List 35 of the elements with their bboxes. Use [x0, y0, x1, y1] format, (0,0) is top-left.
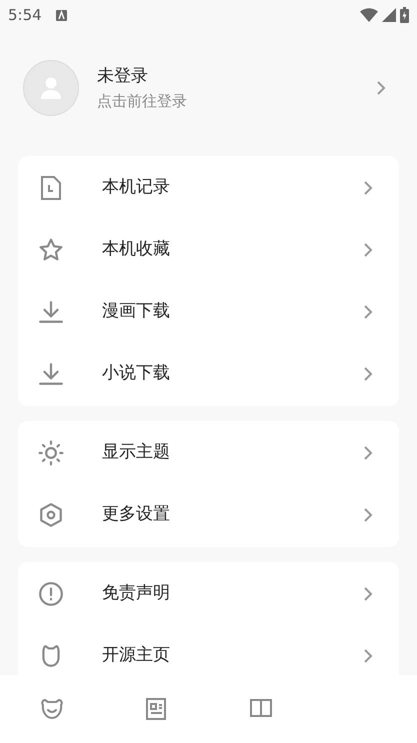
book-icon	[248, 698, 273, 720]
chevron-right-icon	[363, 507, 373, 523]
sun-icon	[38, 439, 64, 467]
file-clock-icon	[39, 175, 63, 201]
profile-row[interactable]: 未登录 点击前往登录	[0, 30, 417, 156]
alert-icon	[38, 581, 64, 607]
document-icon	[145, 697, 168, 721]
login-hint: 点击前往登录	[97, 90, 188, 112]
signal-icon	[382, 8, 396, 22]
menu-item[interactable]: 免责声明	[18, 563, 399, 625]
menu-item[interactable]: 本机收藏	[18, 219, 399, 281]
chevron-right-icon	[363, 304, 373, 320]
star-icon	[38, 237, 64, 263]
chevron-right-icon	[363, 445, 373, 461]
menu-item[interactable]: 更多设置	[18, 484, 399, 546]
menu-item[interactable]: 显示主题	[18, 422, 399, 484]
menu-item[interactable]: 本机记录	[18, 157, 399, 219]
menu-item[interactable]: 小说下载	[18, 343, 399, 405]
chevron-right-icon	[363, 366, 373, 382]
menu-item[interactable]: 开源主页	[18, 625, 399, 675]
menu-item[interactable]: 漫画下载	[18, 281, 399, 343]
download-icon	[38, 361, 64, 387]
download-icon	[38, 299, 64, 325]
status-time: 5:54	[8, 4, 42, 26]
chevron-right-icon	[363, 180, 373, 196]
battery-icon	[400, 7, 409, 23]
settings-icon	[38, 502, 64, 528]
chevron-right-icon	[363, 648, 373, 664]
chevron-right-icon	[363, 586, 373, 602]
chevron-right-icon	[376, 80, 386, 96]
chevron-right-icon	[363, 242, 373, 258]
bear-icon	[40, 697, 64, 721]
notification-icon	[56, 10, 67, 20]
wifi-icon	[360, 8, 378, 22]
login-status: 未登录	[97, 65, 149, 88]
